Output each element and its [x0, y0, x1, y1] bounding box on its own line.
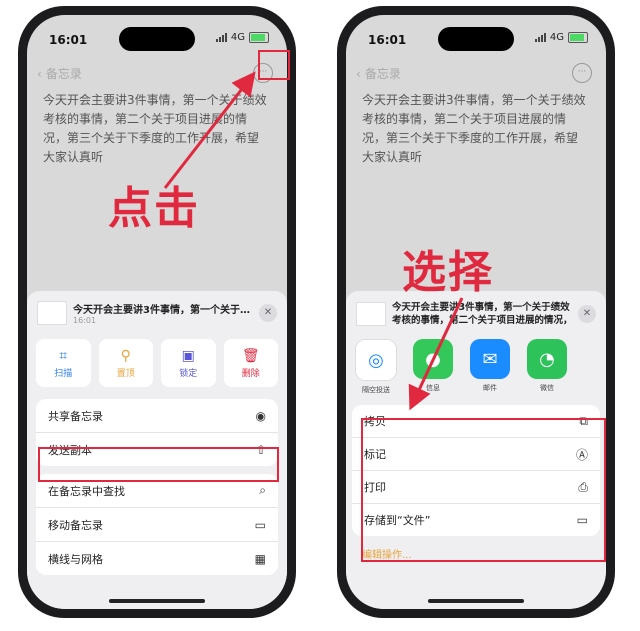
annotation-arrows: [163, 71, 464, 411]
arrow-to-share-actions: [408, 297, 464, 411]
arrow-to-more-button: [163, 71, 256, 189]
